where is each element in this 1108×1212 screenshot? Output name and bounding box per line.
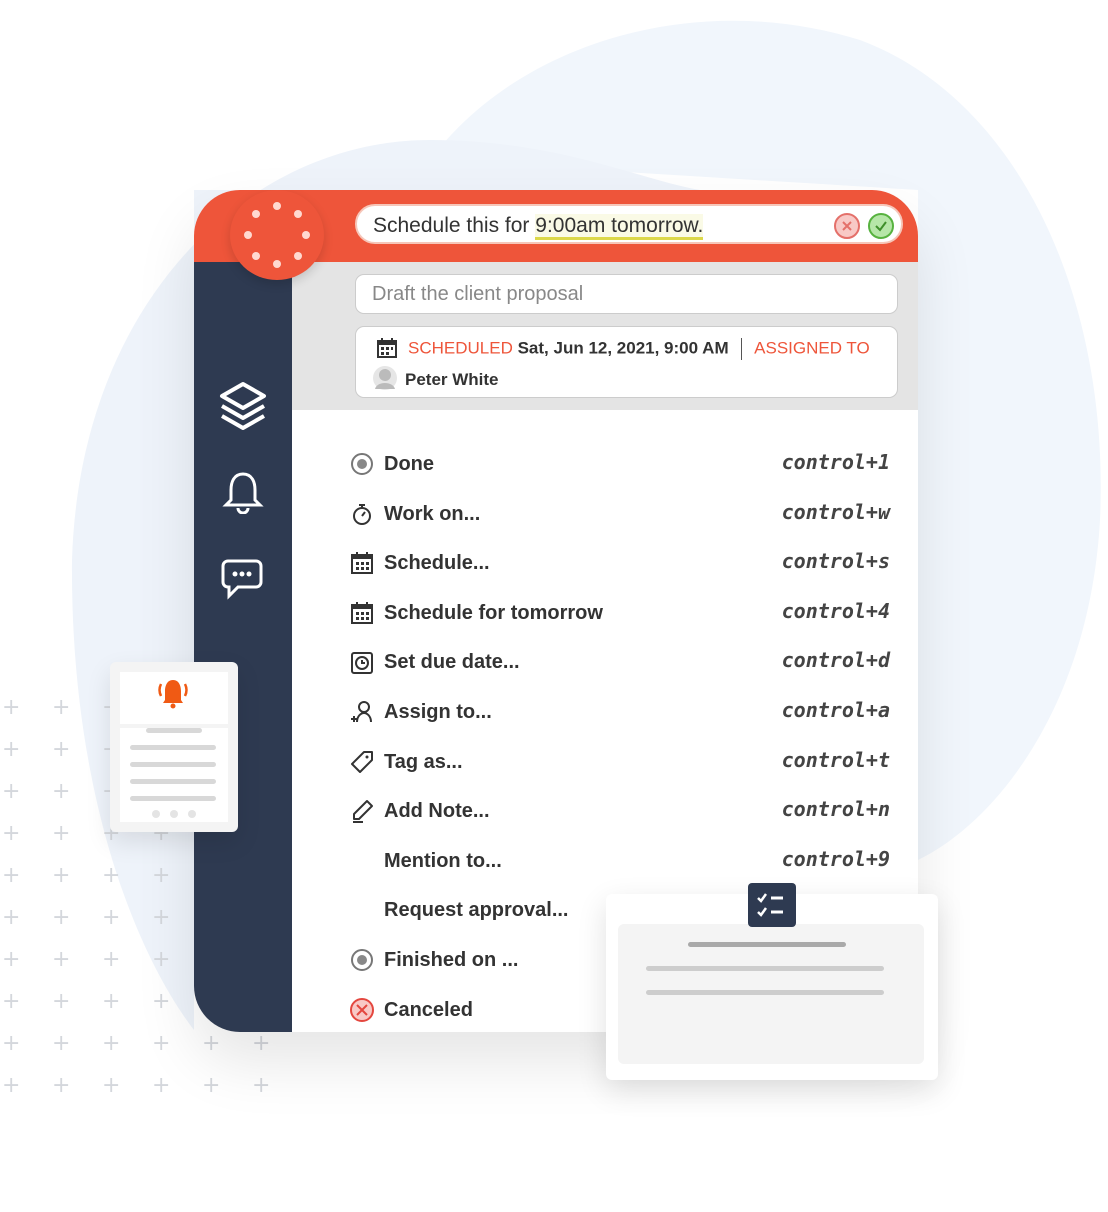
command-input[interactable]: Schedule this for 9:00am tomorrow. xyxy=(355,204,903,244)
menu-item-shortcut: control+n xyxy=(781,797,890,822)
x-circle-icon[interactable] xyxy=(833,212,861,240)
plus-decoration: + xyxy=(52,905,71,930)
bell-ringing-icon xyxy=(158,680,188,709)
menu-item-label: Tag as... xyxy=(384,750,463,773)
plus-decoration: + xyxy=(52,947,71,972)
assignee-name: Peter White xyxy=(405,370,499,389)
app-logo xyxy=(230,190,324,280)
assigned-label: ASSIGNED TO xyxy=(754,338,870,358)
plus-decoration: + xyxy=(52,695,71,720)
plus-decoration: + xyxy=(202,1031,221,1056)
menu-item-label: Add Note... xyxy=(384,800,490,823)
task-title: Draft the client proposal xyxy=(372,283,584,305)
menu-item-label: Schedule for tomorrow xyxy=(384,601,603,624)
menu-item-shortcut: control+t xyxy=(781,747,890,772)
radio-icon xyxy=(351,949,373,971)
plus-decoration: + xyxy=(102,863,121,888)
user-plus-icon xyxy=(351,701,372,723)
logo-dot xyxy=(252,210,261,219)
menu-item-shortcut: control+w xyxy=(781,499,890,524)
command-highlight: 9:00am tomorrow. xyxy=(535,214,704,240)
plus-decoration: + xyxy=(252,1073,271,1098)
menu-item-label: Mention to... xyxy=(384,849,502,872)
command-text: Schedule this for xyxy=(373,214,536,237)
plus-decoration: + xyxy=(52,779,71,804)
scheduled-value: Sat, Jun 12, 2021, 9:00 AM xyxy=(517,338,729,358)
checklist-icon xyxy=(748,883,796,927)
plus-decoration: + xyxy=(2,905,21,930)
scheduled-label: SCHEDULED xyxy=(408,338,513,358)
logo-dot xyxy=(273,202,281,210)
plus-decoration: + xyxy=(2,821,21,846)
logo-dot xyxy=(273,260,281,268)
plus-decoration: + xyxy=(52,1031,71,1056)
avatar xyxy=(373,366,397,390)
menu-item-shortcut: control+a xyxy=(781,698,890,722)
checklist-card xyxy=(606,883,938,1080)
alarm-icon xyxy=(351,652,373,675)
menu-item-shortcut: control+s xyxy=(781,549,890,574)
plus-decoration: + xyxy=(152,1073,171,1098)
menu-item-label: Request approval... xyxy=(384,899,569,922)
plus-decoration: + xyxy=(152,989,171,1014)
plus-decoration: + xyxy=(2,989,21,1014)
logo-dot xyxy=(252,251,261,260)
plus-decoration: + xyxy=(2,947,21,972)
menu-item-label: Done xyxy=(384,453,434,475)
plus-decoration: + xyxy=(52,1073,71,1098)
check-circle-icon[interactable] xyxy=(867,212,895,240)
menu-item-shortcut: control+4 xyxy=(781,598,890,623)
plus-decoration: + xyxy=(52,989,71,1014)
plus-decoration: + xyxy=(152,863,171,888)
menu-item-label: Work on... xyxy=(384,502,481,525)
plus-decoration: + xyxy=(2,1073,21,1098)
plus-decoration: + xyxy=(2,863,21,888)
plus-decoration: + xyxy=(152,905,171,930)
task-meta-card: SCHEDULED Sat, Jun 12, 2021, 9:00 AM ASS… xyxy=(355,326,898,398)
plus-decoration: + xyxy=(102,905,121,930)
logo-dot xyxy=(293,251,302,260)
plus-decoration: + xyxy=(252,1031,271,1056)
menu-item-shortcut: control+1 xyxy=(781,450,890,474)
menu-item-label: Assign to... xyxy=(384,701,492,723)
chat-icon[interactable] xyxy=(220,558,264,600)
plus-decoration: + xyxy=(52,821,71,846)
plus-decoration: + xyxy=(2,737,21,762)
pencil-icon xyxy=(353,800,373,824)
cancel-icon xyxy=(350,997,374,1022)
menu-item-label: Set due date... xyxy=(384,651,520,674)
logo-dot xyxy=(293,210,302,219)
calendar-icon xyxy=(377,338,397,358)
radio-icon xyxy=(351,453,373,475)
sidebar xyxy=(194,262,292,1032)
calendar-icon xyxy=(351,601,373,624)
stopwatch-icon xyxy=(353,503,371,525)
plus-decoration: + xyxy=(2,1031,21,1056)
plus-decoration: + xyxy=(52,737,71,762)
menu-item-label: Canceled xyxy=(384,998,473,1021)
menu-item-label: Schedule... xyxy=(384,552,490,575)
plus-decoration: + xyxy=(202,1073,221,1098)
task-title-field[interactable]: Draft the client proposal xyxy=(355,274,898,314)
plus-decoration: + xyxy=(2,779,21,804)
plus-decoration: + xyxy=(52,863,71,888)
plus-decoration: + xyxy=(102,947,121,972)
calendar-icon xyxy=(351,552,373,575)
menu-item-shortcut: control+9 xyxy=(781,846,890,871)
plus-decoration: + xyxy=(152,1031,171,1056)
plus-decoration: + xyxy=(102,989,121,1014)
plus-decoration: + xyxy=(102,1073,121,1098)
notification-card xyxy=(110,662,238,832)
logo-dot xyxy=(244,231,252,239)
bell-icon[interactable] xyxy=(222,470,264,514)
menu-item-label: Finished on ... xyxy=(384,949,519,971)
logo-dot xyxy=(302,231,310,239)
plus-decoration: + xyxy=(152,947,171,972)
menu-item-shortcut: control+d xyxy=(781,648,890,673)
tag-icon xyxy=(351,750,373,773)
plus-decoration: + xyxy=(102,1031,121,1056)
plus-decoration: + xyxy=(2,695,21,720)
layers-icon[interactable] xyxy=(218,380,268,432)
